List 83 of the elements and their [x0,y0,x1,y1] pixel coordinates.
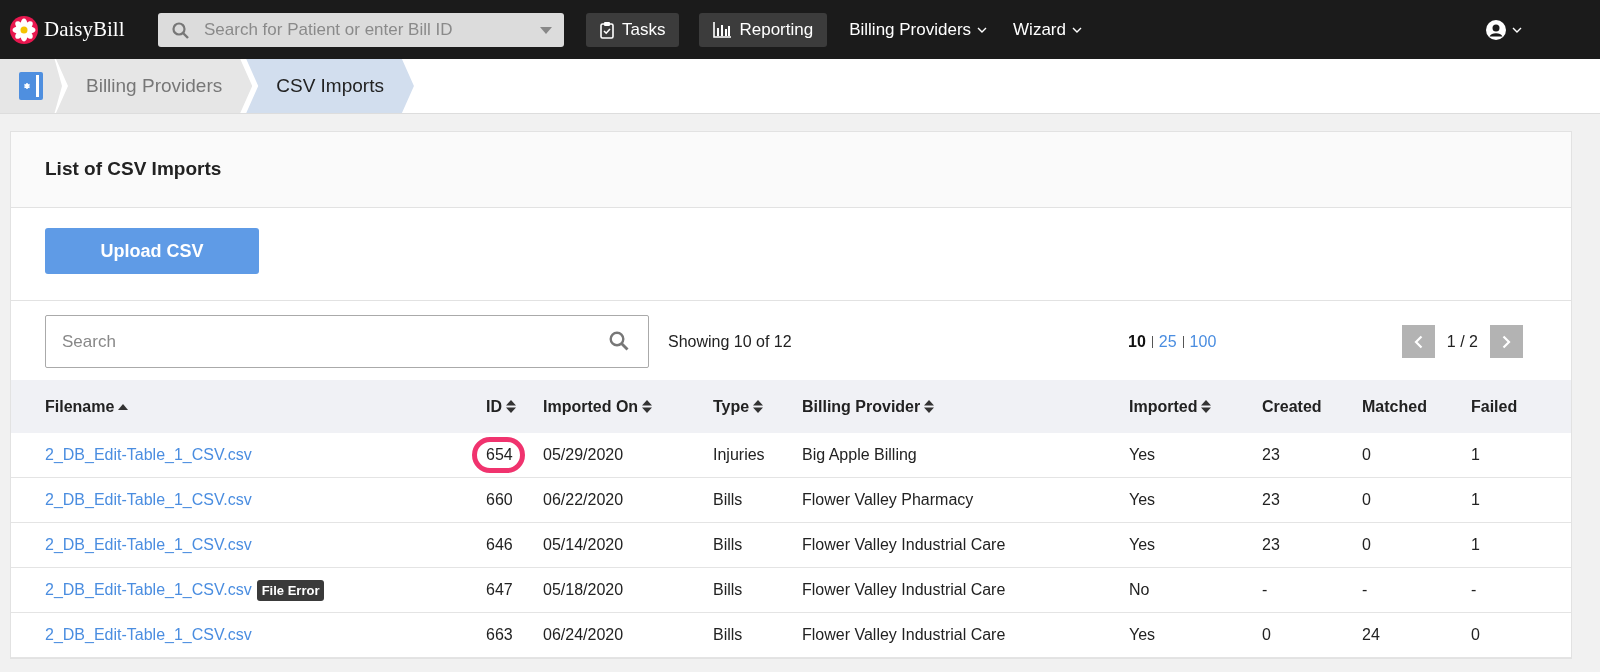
chevron-down-icon [977,26,988,33]
search-icon [609,331,629,351]
table-cell: 1 [1471,491,1480,509]
nav-button[interactable]: Reporting [699,12,828,47]
nav-menu[interactable]: Billing Providers [849,19,972,40]
table-cell: Bills [713,536,743,554]
table-cell: Flower Valley Industrial Care [802,581,1006,599]
table-cell: Big Apple Billing [802,446,917,464]
daisy-logo-icon [10,15,38,44]
column-header[interactable]: Billing Provider [802,397,921,416]
home-crumb[interactable] [0,59,62,113]
column-header[interactable]: Failed [1471,397,1518,416]
sort-icon [506,400,516,413]
result-count: Showing 10 of 12 [668,332,793,351]
table-cell: Yes [1129,446,1156,464]
sort-icon [924,400,935,413]
table-cell: 23 [1262,491,1280,509]
table-cell: 646 [486,536,513,554]
id-card-icon [19,72,43,100]
page-size-option[interactable]: 10 [1128,332,1146,351]
sort-icon [1201,400,1212,413]
table-cell: 06/24/2020 [543,626,624,644]
table-cell: Yes [1129,491,1156,509]
table-cell: 1 [1471,446,1480,464]
column-header[interactable]: Type [713,397,750,416]
table-cell: No [1129,581,1150,599]
table-cell: Injuries [713,446,765,464]
column-header[interactable]: Imported [1129,397,1198,416]
table-cell: Flower Valley Industrial Care [802,626,1006,644]
bar-chart-icon [713,21,732,38]
page-size-option[interactable]: 100 [1182,335,1217,348]
chevron-left-icon [1413,334,1423,349]
page-indicator: 1 / 2 [1446,332,1478,351]
card-title: List of CSV Imports [45,158,222,179]
chevron-right-icon [1502,334,1511,349]
next-page-button[interactable] [1490,325,1523,358]
table-cell: 0 [1362,491,1371,509]
chevron-down-icon [1512,26,1522,33]
table-cell: - [1262,581,1268,599]
column-header[interactable]: Filename [45,397,115,416]
table-cell: 0 [1471,626,1480,644]
sort-icon [642,400,653,413]
table-cell: 23 [1262,446,1280,464]
table-cell: Flower Valley Pharmacy [802,491,974,509]
sort-ascending-icon [118,403,129,410]
breadcrumb[interactable]: CSV Imports [246,59,414,113]
table-cell: Flower Valley Industrial Care [802,536,1006,554]
table-cell: Yes [1129,626,1156,644]
table-cell: 1 [1471,536,1480,554]
table-cell: 0 [1362,536,1371,554]
sort-icon [753,400,764,413]
patient-search-field[interactable]: Search for Patient or enter Bill ID [158,12,564,47]
previous-page-button[interactable] [1401,325,1435,358]
circled-table-cell: 654 [472,437,525,473]
table-cell: 0 [1362,446,1371,464]
table-cell: 23 [1262,536,1280,554]
table-cell: 660 [486,491,513,509]
user-avatar-icon[interactable] [1486,19,1506,40]
table-cell: Bills [713,491,743,509]
table-cell: 05/14/2020 [543,536,624,554]
table-cell: - [1362,581,1368,599]
caret-icon [540,26,552,34]
nav-button[interactable]: Tasks [586,12,680,47]
table-cell: - [1471,581,1477,599]
table-cell: 05/18/2020 [543,581,624,599]
table-cell: 0 [1262,626,1271,644]
table-cell: Bills [713,581,743,599]
table-cell: Bills [713,626,743,644]
search-icon [172,21,189,39]
breadcrumb[interactable]: Billing Providers [56,59,253,113]
table-cell: 647 [486,581,513,599]
nav-menu[interactable]: Wizard [1013,19,1066,40]
column-header[interactable]: ID [486,397,502,416]
table-cell: Yes [1129,536,1156,554]
table-cell: 05/29/2020 [543,446,624,464]
table-cell: 663 [486,626,513,644]
chevron-down-icon [1072,26,1082,33]
clipboard-check-icon [600,20,614,39]
table-cell: 24 [1362,626,1380,644]
search-field[interactable]: Search [45,315,649,368]
table-cell: 06/22/2020 [543,491,624,509]
brand-name: DaisyBill [44,17,125,42]
status-badge: File Error [256,579,325,601]
